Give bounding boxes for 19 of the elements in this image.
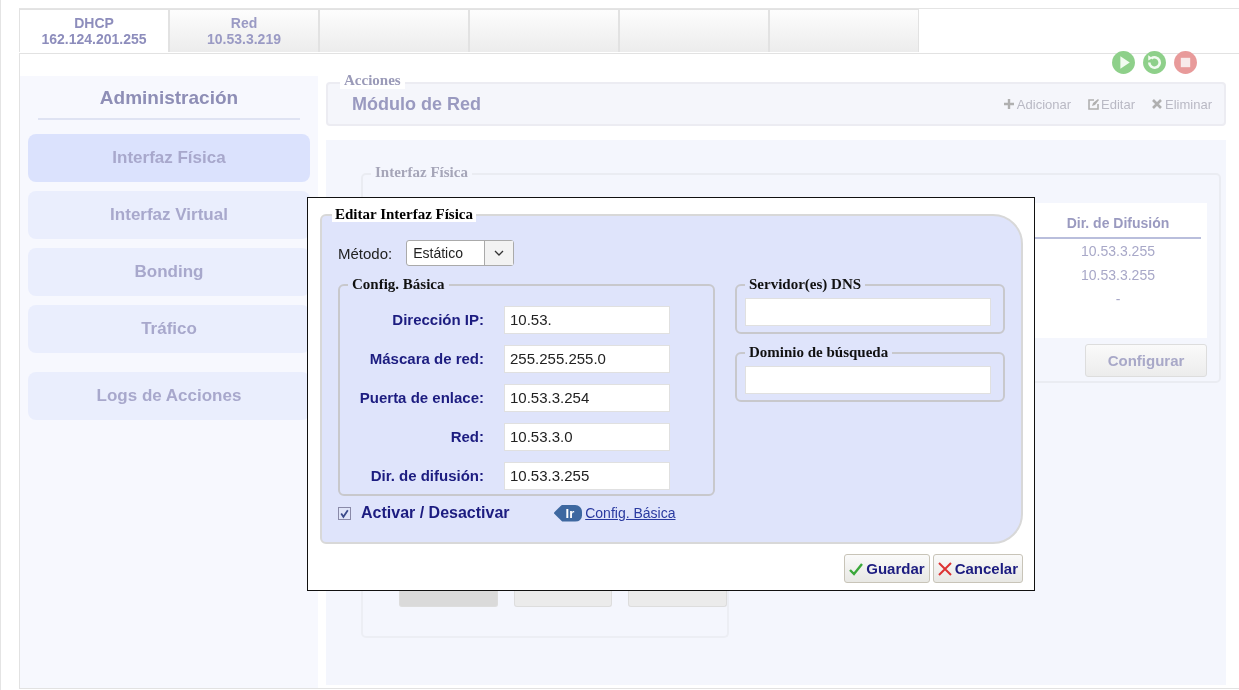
- sidebar-title: Administración: [38, 86, 300, 120]
- tab-title: Red: [230, 15, 258, 31]
- tab-address: 10.53.3.219: [207, 31, 281, 47]
- table-cell-text: -: [1114, 290, 1122, 309]
- field-label: Dir. de difusión:: [369, 467, 484, 484]
- field-label: Puerta de enlace:: [358, 389, 484, 406]
- field-label: Dirección IP:: [391, 311, 484, 328]
- checkbox-label: Activar / Desactivar: [361, 504, 510, 522]
- tab-title: DHCP: [74, 15, 114, 31]
- field-label: Red:: [449, 428, 484, 445]
- dialog-title: Editar Interfaz Física: [332, 206, 477, 222]
- tab-address: 162.124.201.255: [41, 31, 147, 47]
- fieldset-legend: Servidor(es) DNS: [745, 275, 866, 293]
- module-title: Módulo de Red: [352, 93, 481, 115]
- table-cell-text: 10.53.3.255: [1080, 242, 1156, 261]
- panel-legend: Acciones: [340, 72, 405, 89]
- field-label: Método:: [338, 244, 393, 262]
- field-label: Máscara de red:: [368, 350, 484, 367]
- table-cell-text: 10.53.3.255: [1080, 266, 1156, 285]
